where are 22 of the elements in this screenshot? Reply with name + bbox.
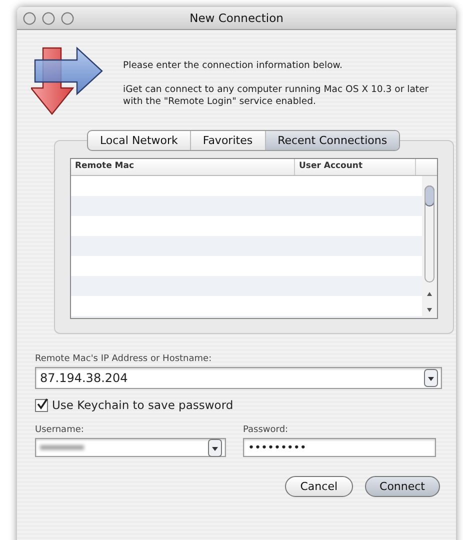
tab[interactable]: Recent Connections bbox=[264, 131, 400, 150]
tab[interactable]: Local Network bbox=[88, 131, 190, 150]
checkbox[interactable] bbox=[35, 398, 48, 412]
column-header[interactable]: Remote Mac bbox=[71, 159, 295, 175]
intro-text: iGet can connect to any computer running Mac OS X 10.3 or later with the "Remote Login" service enabled. bbox=[123, 84, 430, 108]
column-header[interactable]: User Account bbox=[295, 159, 416, 175]
window-title: New Connection bbox=[190, 11, 284, 25]
scrollbar[interactable] bbox=[422, 176, 437, 318]
field-label: Remote Mac's IP Address or Hostname: bbox=[35, 354, 213, 364]
window-control-icon[interactable] bbox=[23, 12, 36, 24]
checkbox-label[interactable]: Use Keychain to save password bbox=[52, 398, 234, 412]
window-control-icon[interactable] bbox=[61, 12, 74, 24]
field-label: Password: bbox=[243, 425, 290, 435]
username-combo-field[interactable] bbox=[35, 438, 226, 457]
host-combo-field[interactable]: 87.194.38.204 bbox=[35, 367, 442, 389]
password-field[interactable]: ••••••••• bbox=[243, 438, 436, 457]
window-control-icon[interactable] bbox=[42, 12, 55, 24]
intro-text: Please enter the connection information below. bbox=[123, 60, 344, 72]
cancel-button[interactable]: Cancel bbox=[285, 476, 353, 497]
arrows-icon bbox=[31, 44, 103, 116]
connect-button[interactable]: Connect bbox=[364, 476, 440, 497]
field-label: Username: bbox=[35, 425, 85, 435]
